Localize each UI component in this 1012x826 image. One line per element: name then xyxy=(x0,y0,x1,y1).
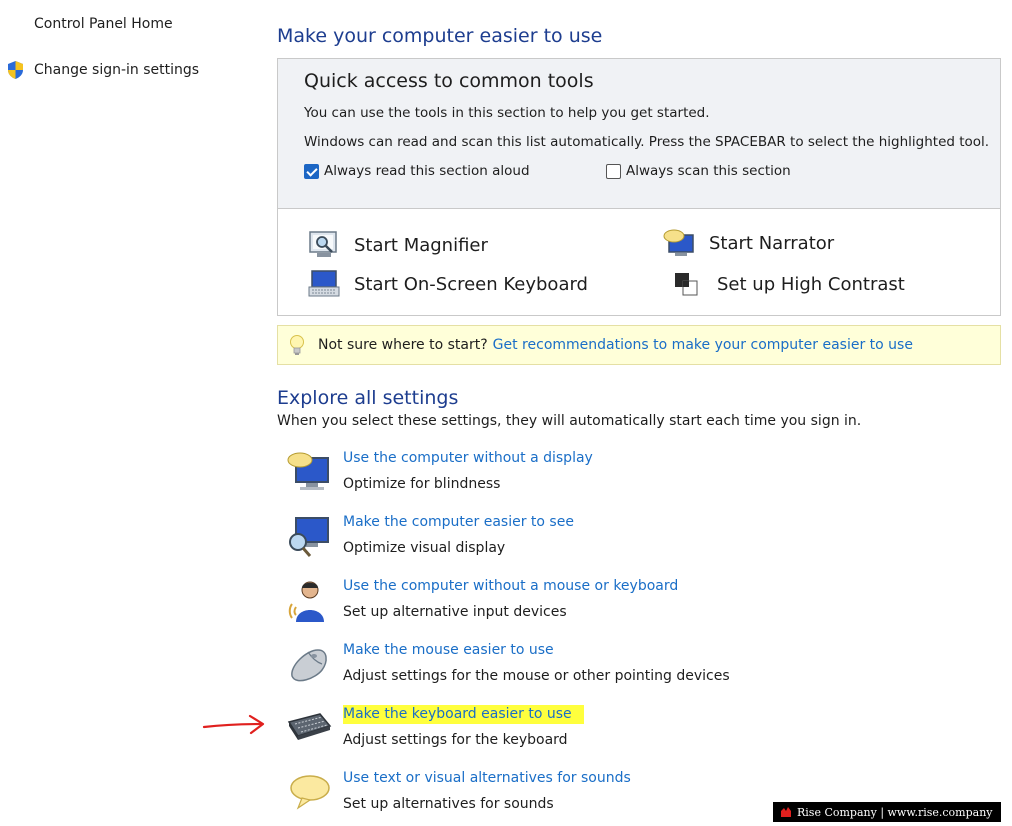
display-speech-icon xyxy=(287,452,329,490)
setting-link-without-display[interactable]: Use the computer without a display xyxy=(343,450,593,466)
onscreen-keyboard-icon xyxy=(308,270,340,297)
explore-title: Explore all settings xyxy=(277,387,459,409)
recommendation-hint-bar: Not sure where to start? Get recommendat… xyxy=(277,325,1001,365)
setting-desc: Optimize for blindness xyxy=(343,476,501,492)
highlighted-keyboard-link[interactable]: Make the keyboard easier to use xyxy=(343,705,584,724)
setting-link-mouse-easier[interactable]: Make the mouse easier to use xyxy=(343,642,554,658)
quick-access-panel: Quick access to common tools You can use… xyxy=(277,58,1001,316)
checkbox-scan-section[interactable]: Always scan this section xyxy=(606,163,791,179)
tool-start-onscreen-keyboard-label: Start On-Screen Keyboard xyxy=(354,273,588,295)
monitor-magnifier-icon xyxy=(289,517,329,557)
tool-setup-high-contrast-label: Set up High Contrast xyxy=(717,273,905,295)
setting-desc: Set up alternative input devices xyxy=(343,604,567,620)
tool-start-magnifier-label: Start Magnifier xyxy=(354,234,488,256)
checkbox-read-aloud-box[interactable] xyxy=(304,163,319,179)
quick-access-instructions: Windows can read and scan this list auto… xyxy=(304,134,990,150)
setting-item: Make the keyboard easier to use Adjust s… xyxy=(286,705,846,760)
high-contrast-icon xyxy=(675,273,698,296)
setting-link-keyboard-easier[interactable]: Make the keyboard easier to use xyxy=(343,705,584,724)
nav-signin-label: Change sign-in settings xyxy=(34,62,200,78)
quick-access-title: Quick access to common tools xyxy=(304,70,594,92)
setting-desc: Optimize visual display xyxy=(343,540,506,556)
keyboard-icon xyxy=(287,713,332,740)
setting-desc: Adjust settings for the keyboard xyxy=(343,732,568,748)
hint-text: Not sure where to start? xyxy=(318,337,488,353)
checkbox-read-aloud-label: Always read this section aloud xyxy=(324,163,530,179)
page-title: Make your computer easier to use xyxy=(277,25,603,47)
setting-desc: Set up alternatives for sounds xyxy=(343,796,554,812)
setting-item: Make the computer easier to see Optimize… xyxy=(286,514,846,568)
magnifier-icon xyxy=(309,231,337,257)
tool-start-magnifier[interactable]: Start Magnifier xyxy=(308,230,488,260)
lightbulb-icon xyxy=(290,335,304,355)
tool-start-narrator[interactable]: Start Narrator xyxy=(663,228,834,258)
checkbox-read-aloud[interactable]: Always read this section aloud xyxy=(304,163,530,179)
checkbox-scan-section-box[interactable] xyxy=(606,163,621,179)
nav-control-panel-home[interactable]: Control Panel Home xyxy=(34,16,173,32)
setting-item: Use the computer without a mouse or keyb… xyxy=(286,578,846,632)
setting-link-without-mouse-keyboard[interactable]: Use the computer without a mouse or keyb… xyxy=(343,578,678,594)
watermark-banner: Rise Company | www.rise.company xyxy=(773,802,1001,822)
rise-company-logo-icon xyxy=(781,807,791,817)
get-recommendations-link[interactable]: Get recommendations to make your compute… xyxy=(493,337,913,353)
setting-item: Use text or visual alternatives for soun… xyxy=(286,770,846,824)
uac-shield-icon xyxy=(8,61,23,79)
person-headset-icon xyxy=(288,581,324,622)
quick-access-header: Quick access to common tools You can use… xyxy=(278,59,1000,209)
watermark-text: Rise Company | www.rise.company xyxy=(797,805,993,819)
red-arrow-annotation xyxy=(202,714,265,735)
narrator-icon xyxy=(663,229,694,256)
nav-change-signin-settings[interactable]: Change sign-in settings xyxy=(6,60,199,80)
setting-link-sound-alternatives[interactable]: Use text or visual alternatives for soun… xyxy=(343,770,631,786)
setting-desc: Adjust settings for the mouse or other p… xyxy=(343,668,730,684)
quick-access-intro: You can use the tools in this section to… xyxy=(304,105,710,121)
tool-start-narrator-label: Start Narrator xyxy=(709,232,835,254)
explore-description: When you select these settings, they wil… xyxy=(277,413,862,429)
mouse-icon xyxy=(291,649,327,682)
speech-bubble-icon xyxy=(290,775,330,810)
setting-item: Make the mouse easier to use Adjust sett… xyxy=(286,642,846,696)
setting-link-easier-to-see[interactable]: Make the computer easier to see xyxy=(343,514,574,530)
tool-start-onscreen-keyboard[interactable]: Start On-Screen Keyboard xyxy=(308,269,588,299)
tool-setup-high-contrast[interactable]: Set up High Contrast xyxy=(671,269,905,299)
setting-item: Use the computer without a display Optim… xyxy=(286,450,846,504)
checkbox-scan-section-label: Always scan this section xyxy=(626,163,791,179)
